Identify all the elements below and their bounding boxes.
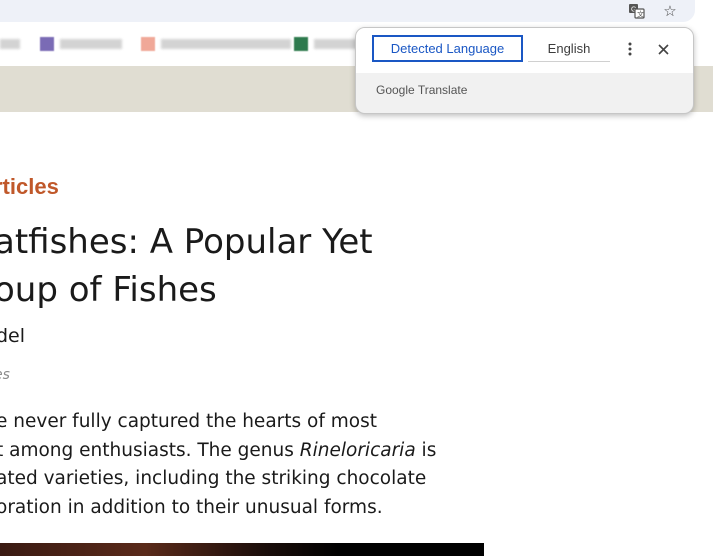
more-vert-icon[interactable] xyxy=(619,38,641,60)
article-author[interactable]: del xyxy=(0,325,25,347)
address-bar[interactable] xyxy=(0,0,695,22)
article-category[interactable]: rticles xyxy=(0,174,59,200)
body-line: ated varieties, including the striking c… xyxy=(0,468,427,489)
bookmark-favicon-icon xyxy=(40,37,54,51)
star-icon[interactable]: ☆ xyxy=(660,1,680,21)
browser-toolbar: G 文 ☆ xyxy=(0,0,713,24)
close-icon[interactable] xyxy=(652,38,674,60)
article-body: e never fully captured the hearts of mos… xyxy=(0,408,436,522)
svg-text:文: 文 xyxy=(637,10,644,19)
bookmark-item[interactable] xyxy=(141,37,291,51)
bookmark-favicon-icon xyxy=(141,37,155,51)
body-line: t among enthusiasts. The genus Rineloric… xyxy=(0,439,437,461)
tab-detected-language[interactable]: Detected Language xyxy=(372,35,523,62)
tab-english[interactable]: English xyxy=(528,35,610,62)
article-meta: es xyxy=(0,367,10,383)
bookmark-item[interactable] xyxy=(294,37,364,51)
bookmark-favicon-icon xyxy=(294,37,308,51)
body-line: oration in addition to their unusual for… xyxy=(0,496,383,518)
article-title-line: atfishes: A Popular Yet xyxy=(0,222,373,262)
google-translate-brand: Google Translate xyxy=(376,83,468,97)
bookmark-item[interactable] xyxy=(40,37,122,51)
article-title-line: oup of Fishes xyxy=(0,270,217,310)
article-title: atfishes: A Popular Yet oup of Fishes xyxy=(0,218,373,314)
translate-icon[interactable]: G 文 xyxy=(627,1,647,21)
translate-popup-header: Detected Language English xyxy=(356,28,693,73)
genus-name: Rineloricaria xyxy=(299,439,416,461)
translate-popup: Detected Language English Google Transla… xyxy=(355,27,694,114)
body-line: e never fully captured the hearts of mos… xyxy=(0,411,377,432)
bookmark-item[interactable] xyxy=(0,37,20,51)
hero-image xyxy=(0,543,484,556)
